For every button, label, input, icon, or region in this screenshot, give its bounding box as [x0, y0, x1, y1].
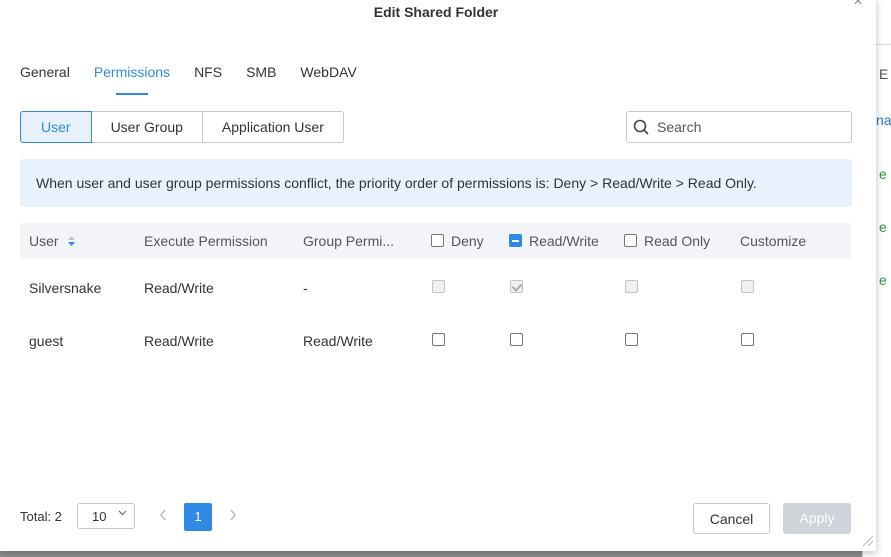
tab-permissions[interactable]: Permissions [94, 64, 170, 95]
row-execute-permission: Read/Write [144, 333, 214, 349]
search-icon [633, 119, 649, 135]
page-size-select[interactable]: 10 [77, 503, 135, 529]
search-box [626, 111, 852, 143]
user-type-segmented-control: User User Group Application User [20, 111, 344, 143]
deny-checkbox [432, 280, 445, 293]
cancel-button[interactable]: Cancel [693, 503, 770, 534]
background-window-text: E [879, 66, 889, 82]
customize-checkbox [741, 280, 754, 293]
segment-application-user[interactable]: Application User [201, 111, 344, 143]
previous-page-icon[interactable] [156, 508, 170, 524]
select-all-readonly-checkbox[interactable] [624, 234, 637, 247]
customize-checkbox[interactable] [741, 333, 754, 346]
table-row: guest Read/Write Read/Write [20, 315, 851, 367]
search-input[interactable] [655, 118, 839, 136]
readwrite-checkbox[interactable] [510, 333, 523, 346]
close-icon[interactable]: × [850, 0, 866, 10]
edit-shared-folder-dialog: Edit Shared Folder × General Permissions… [0, 0, 876, 551]
tab-smb[interactable]: SMB [246, 64, 276, 94]
tab-nfs[interactable]: NFS [194, 64, 222, 94]
column-header-group-permission: Group Permi... [303, 233, 395, 249]
deny-checkbox[interactable] [432, 333, 445, 346]
chevron-down-icon [118, 508, 127, 520]
tab-bar: General Permissions NFS SMB WebDAV [20, 64, 381, 95]
row-group-permission: Read/Write [303, 333, 373, 349]
column-header-execute-permission: Execute Permission [144, 233, 268, 249]
background-window-text: e [879, 166, 887, 182]
tab-webdav[interactable]: WebDAV [300, 64, 356, 94]
page-number-current[interactable]: 1 [184, 503, 212, 531]
segment-user-group[interactable]: User Group [90, 111, 203, 143]
column-header-customize: Customize [740, 233, 807, 249]
row-user: guest [29, 333, 64, 349]
page-size-value: 10 [92, 509, 107, 524]
next-page-icon[interactable] [226, 508, 240, 524]
row-user: Silversnake [29, 280, 102, 296]
table-header: User Execute Permission Group Permi... D… [20, 223, 851, 259]
background-window-text: e [879, 219, 887, 235]
readonly-checkbox[interactable] [625, 333, 638, 346]
select-all-deny-checkbox[interactable] [431, 234, 444, 247]
column-header-deny: Deny [451, 233, 484, 249]
resize-grip-icon[interactable] [860, 533, 874, 547]
dialog-title: Edit Shared Folder [373, 4, 499, 20]
column-header-readwrite: Read/Write [529, 233, 599, 249]
select-all-readwrite-checkbox[interactable] [509, 234, 522, 247]
column-header-readonly: Read Only [644, 233, 711, 249]
readwrite-checkbox [510, 280, 523, 293]
tab-general[interactable]: General [20, 64, 70, 94]
readonly-checkbox [625, 280, 638, 293]
table-row: Silversnake Read/Write - [20, 262, 851, 314]
row-group-permission: - [303, 280, 308, 296]
sort-icon[interactable] [67, 235, 76, 247]
permission-priority-notice: When user and user group permissions con… [20, 159, 852, 207]
segment-user[interactable]: User [20, 111, 92, 143]
row-execute-permission: Read/Write [144, 280, 214, 296]
apply-button[interactable]: Apply [783, 503, 851, 534]
background-window-text: e [879, 272, 887, 288]
column-header-user[interactable]: User [29, 233, 59, 249]
background-window-text: na [876, 112, 891, 128]
total-count: Total: 2 [20, 509, 62, 524]
